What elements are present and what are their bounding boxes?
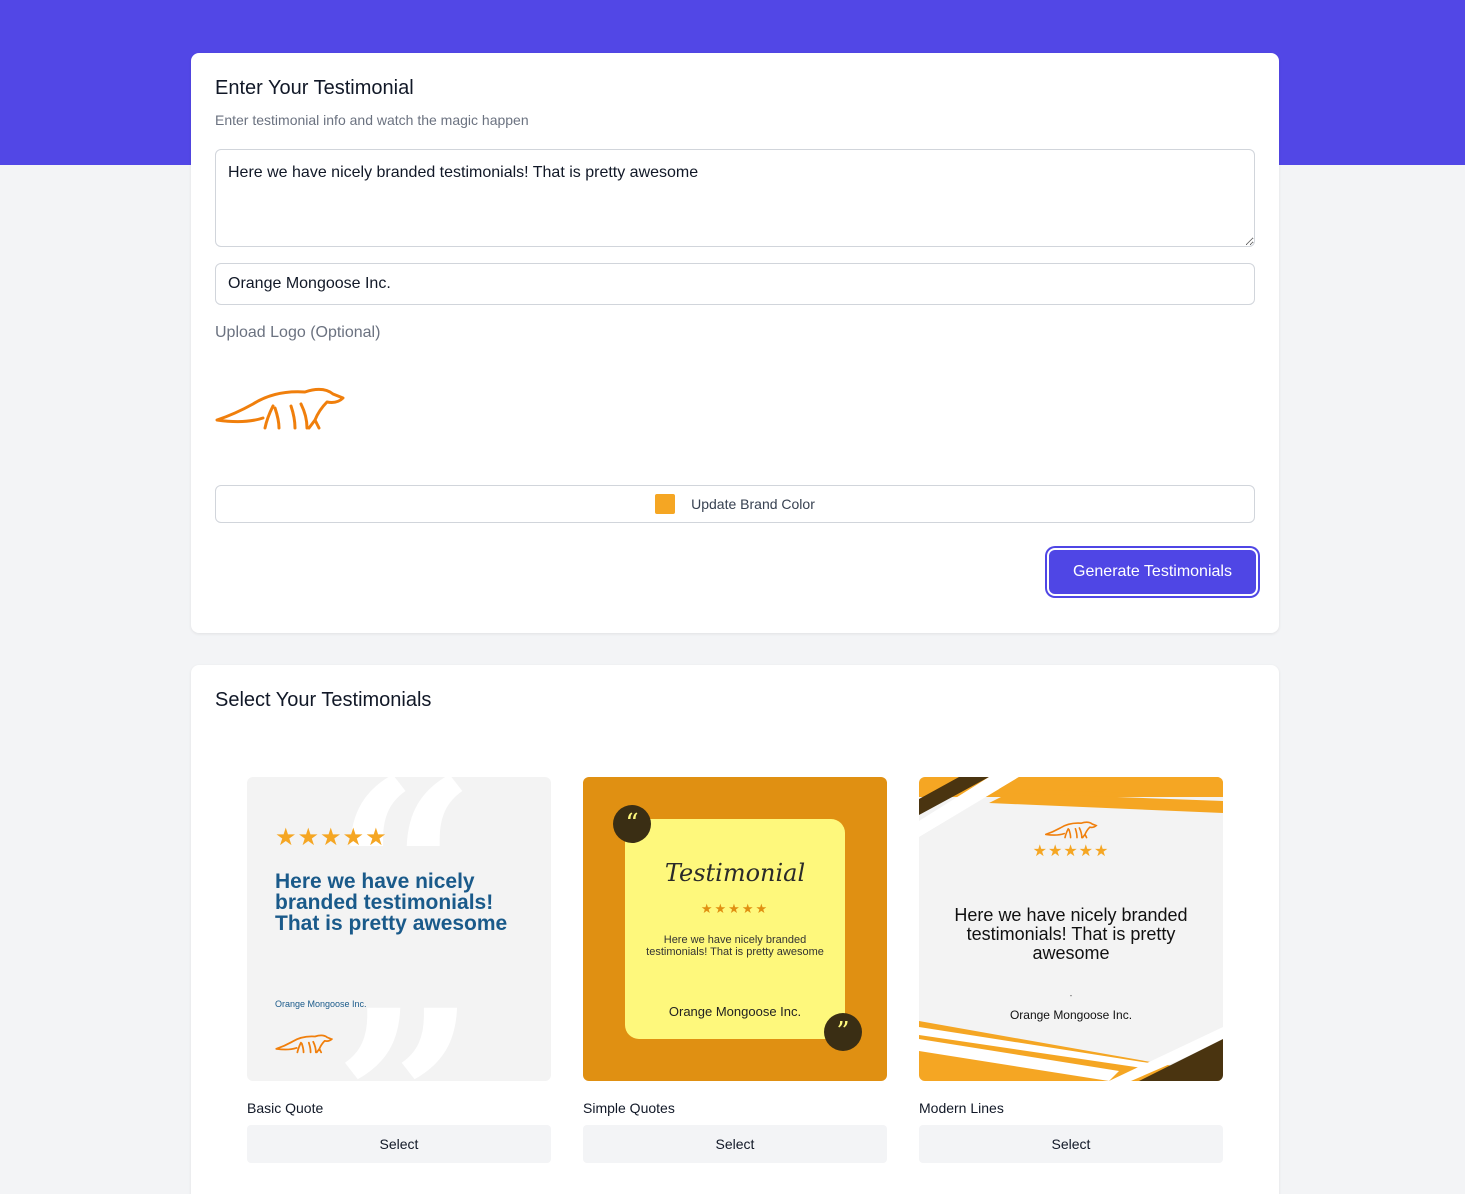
generate-testimonials-button[interactable]: Generate Testimonials [1049, 550, 1256, 594]
preview-quote-text: Here we have nicely branded testimonials… [954, 905, 1188, 963]
template-simple-quotes: “ ” Testimonial ★★★★★ Here we have nicel… [583, 777, 887, 1163]
basic-quote-preview[interactable]: “ ” ★★★★★ Here we have nicely branded te… [247, 777, 551, 1081]
company-name-input[interactable] [215, 263, 1255, 305]
simple-quotes-preview[interactable]: “ ” Testimonial ★★★★★ Here we have nicel… [583, 777, 887, 1081]
template-basic-quote: “ ” ★★★★★ Here we have nicely branded te… [247, 777, 551, 1163]
template-name: Simple Quotes [583, 1100, 675, 1116]
preview-company: Orange Mongoose Inc. [1009, 1008, 1133, 1022]
upload-logo-label[interactable]: Upload Logo (Optional) [215, 324, 380, 342]
brand-color-swatch [655, 494, 676, 514]
rating-stars: ★★★★★ [275, 824, 388, 851]
preview-company: Orange Mongoose Inc. [275, 999, 367, 1009]
rating-stars: ★★★★★ [1032, 843, 1110, 860]
close-quote-mark: ” [333, 977, 477, 1081]
mongoose-logo-icon [1045, 821, 1098, 839]
brand-color-label: Update Brand Color [691, 496, 815, 512]
template-modern-lines: ★★★★★ Here we have nicely branded testim… [919, 777, 1223, 1163]
select-basic-quote-button[interactable]: Select [247, 1125, 551, 1163]
entry-subtitle: Enter testimonial info and watch the mag… [215, 112, 529, 128]
selection-title: Select Your Testimonials [215, 689, 432, 711]
entry-title: Enter Your Testimonial [215, 77, 414, 99]
mongoose-logo-icon [275, 1034, 333, 1054]
update-brand-color-button[interactable]: Update Brand Color [215, 485, 1255, 523]
select-modern-lines-button[interactable]: Select [919, 1125, 1223, 1163]
template-name: Modern Lines [919, 1100, 1004, 1116]
preview-quote-text: Here we have nicely branded testimonials… [646, 934, 824, 958]
rating-stars: ★★★★★ [700, 901, 770, 916]
testimonial-textarea[interactable]: Here we have nicely branded testimonials… [215, 149, 1255, 247]
modern-lines-preview[interactable]: ★★★★★ Here we have nicely branded testim… [919, 777, 1223, 1081]
template-name: Basic Quote [247, 1100, 324, 1116]
mongoose-logo-icon [215, 387, 345, 430]
open-quote-badge: “ [613, 805, 651, 843]
separator-dash: - [1069, 991, 1073, 1000]
select-simple-quotes-button[interactable]: Select [583, 1125, 887, 1163]
testimonial-entry-card: Enter Your Testimonial Enter testimonial… [191, 53, 1279, 633]
testimonial-heading: Testimonial [664, 859, 806, 887]
testimonial-selection-card: Select Your Testimonials “ ” ★★★★★ Here … [191, 665, 1279, 1194]
preview-company: Orange Mongoose Inc. [668, 1004, 802, 1019]
preview-quote-text: Here we have nicely branded testimonials… [275, 870, 508, 935]
